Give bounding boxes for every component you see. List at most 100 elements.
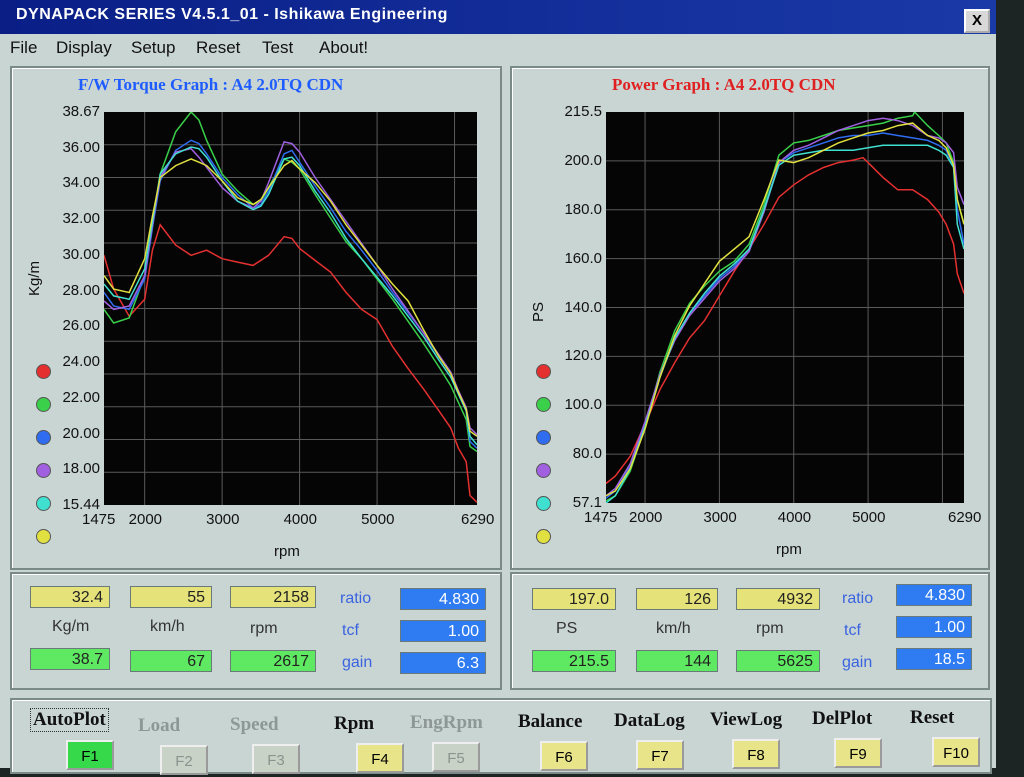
fkey-f2-button[interactable]: F2: [160, 745, 208, 775]
fkey-label-speed: Speed: [230, 714, 279, 735]
fkey-label-delplot: DelPlot: [812, 708, 873, 729]
menu-display[interactable]: Display: [56, 38, 112, 58]
fkey-f10-button[interactable]: F10: [932, 737, 980, 767]
torque-y-tick-6: 26.00: [62, 317, 100, 335]
fkey-f8-button[interactable]: F8: [732, 739, 780, 769]
menu-setup[interactable]: Setup: [131, 38, 175, 58]
power-chart: [605, 110, 965, 504]
torque-tcf-label: tcf: [342, 622, 359, 639]
torque-x-tick-5: 6290: [461, 511, 495, 528]
torque-unit-rpm: rpm: [250, 620, 278, 637]
torque-gain-field[interactable]: 6.3: [400, 652, 486, 674]
fkey-label-engrpm: EngRpm: [410, 712, 483, 733]
power-run-2-toggle[interactable]: [536, 397, 551, 412]
torque-unit-kmh: km/h: [150, 618, 185, 635]
fkey-f9-button[interactable]: F9: [834, 738, 882, 768]
power-series-line-2: [605, 132, 965, 499]
power-x-tick-3: 4000: [777, 509, 812, 526]
power-graph-panel: Power Graph : A4 2.0TQ CDN 215.5 200.0 180…: [510, 66, 990, 570]
power-graph-title: Power Graph : A4 2.0TQ CDN: [612, 75, 836, 94]
torque-run-2-toggle[interactable]: [36, 397, 51, 412]
fkey-label-load: Load: [138, 715, 181, 736]
torque-y-tick-10: 18.00: [62, 460, 100, 478]
torque-graph-title: F/W Torque Graph : A4 2.0TQ CDN: [78, 75, 344, 94]
torque-series-line-0: [103, 223, 478, 503]
fkey-f3-button[interactable]: F3: [252, 744, 300, 774]
power-tcf-label: tcf: [844, 622, 861, 639]
power-y-tick-5: 120.0: [564, 347, 602, 365]
torque-ratio-label: ratio: [340, 590, 372, 607]
power-run-6-toggle[interactable]: [536, 529, 551, 544]
menu-reset[interactable]: Reset: [196, 38, 240, 58]
power-unit-rpm: rpm: [756, 620, 784, 637]
torque-current-rpm: 2158: [230, 586, 316, 608]
torque-series-line-2: [103, 139, 478, 449]
power-readouts-panel: 197.0 126 4932 PS km/h rpm 215.5 144 562…: [510, 572, 990, 690]
close-button[interactable]: X: [964, 9, 990, 33]
power-current-speed: 126: [636, 588, 718, 610]
torque-y-tick-8: 22.00: [62, 388, 100, 406]
power-x-tick-1: 2000: [629, 509, 663, 526]
power-peak-speed: 144: [636, 650, 718, 672]
torque-x-tick-2: 3000: [206, 511, 240, 528]
power-plot-area[interactable]: [605, 110, 965, 504]
power-ratio-field[interactable]: 4.830: [896, 584, 972, 606]
torque-unit-kgm: Kg/m: [52, 618, 90, 635]
power-ratio-label: ratio: [842, 590, 874, 607]
power-x-tick-4: 5000: [852, 509, 886, 526]
torque-tcf-field[interactable]: 1.00: [400, 620, 486, 642]
power-series-line-4: [605, 144, 965, 504]
torque-y-tick-1: 36.00: [62, 138, 100, 156]
menu-about[interactable]: About!: [319, 38, 368, 58]
power-y-tick-7: 80.0: [572, 445, 602, 463]
power-series-line-1: [605, 110, 965, 502]
torque-chart: [103, 110, 478, 505]
power-tcf-field[interactable]: 1.00: [896, 616, 972, 638]
torque-plot-area[interactable]: [103, 110, 478, 505]
power-run-5-toggle[interactable]: [536, 496, 551, 511]
torque-series-line-4: [103, 146, 478, 446]
power-y-tick-0: 215.5: [564, 103, 602, 120]
torque-ratio-field[interactable]: 4.830: [400, 588, 486, 610]
torque-series-line-1: [103, 110, 478, 453]
torque-run-4-toggle[interactable]: [36, 463, 51, 478]
power-y-axis-label: PS: [530, 301, 547, 322]
torque-readouts-panel: 32.4 55 2158 Kg/m km/h rpm 38.7 67 2617 …: [10, 572, 502, 690]
power-gain-label: gain: [842, 654, 873, 671]
power-y-tick-4: 140.0: [564, 298, 602, 316]
fkey-label-viewlog: ViewLog: [710, 709, 783, 730]
fkey-f1-button[interactable]: F1: [66, 740, 114, 770]
power-unit-ps: PS: [556, 620, 578, 637]
torque-y-tick-4: 30.00: [62, 245, 100, 263]
power-current-rpm: 4932: [736, 588, 820, 610]
fkey-f4-button[interactable]: F4: [356, 743, 404, 773]
power-x-tick-2: 3000: [703, 509, 737, 526]
power-unit-kmh: km/h: [656, 620, 691, 637]
power-y-tick-6: 100.0: [564, 396, 602, 414]
title-bar[interactable]: DYNAPACK SERIES V4.5.1_01 - Ishikawa Eng…: [0, 0, 996, 34]
menu-file[interactable]: File: [10, 38, 37, 58]
torque-y-tick-7: 24.00: [62, 353, 100, 371]
torque-x-tick-1: 2000: [128, 511, 163, 528]
fkey-f6-button[interactable]: F6: [540, 741, 588, 771]
fkey-label-datalog: DataLog: [614, 710, 685, 731]
menu-test[interactable]: Test: [262, 38, 293, 58]
power-run-3-toggle[interactable]: [536, 430, 551, 445]
dynapack-window: DYNAPACK SERIES V4.5.1_01 - Ishikawa Eng…: [0, 0, 996, 775]
fkey-label-reset: Reset: [910, 707, 955, 728]
power-gain-field[interactable]: 18.5: [896, 648, 972, 670]
power-x-tick-0: 1475: [584, 509, 618, 526]
torque-x-tick-4: 5000: [361, 511, 395, 528]
torque-run-3-toggle[interactable]: [36, 430, 51, 445]
menu-bar: File Display Setup Reset Test About!: [0, 34, 996, 62]
function-key-bar: AutoPlot F1 Load F2 Speed F3 Rpm F4 EngRpm F5 Bala…: [10, 698, 992, 775]
power-run-1-toggle[interactable]: [536, 364, 551, 379]
power-run-4-toggle[interactable]: [536, 463, 551, 478]
torque-run-1-toggle[interactable]: [36, 364, 51, 379]
torque-run-5-toggle[interactable]: [36, 496, 51, 511]
torque-y-axis-label: Kg/m: [26, 260, 43, 296]
fkey-f7-button[interactable]: F7: [636, 740, 684, 770]
torque-gain-label: gain: [342, 654, 373, 671]
power-peak-rpm: 5625: [736, 650, 820, 672]
torque-run-6-toggle[interactable]: [36, 529, 51, 544]
